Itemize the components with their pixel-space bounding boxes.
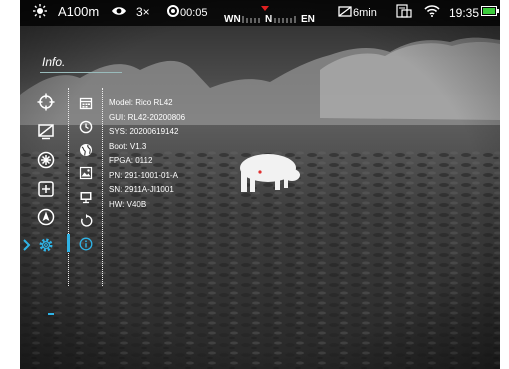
battery-saver-icon: [338, 5, 352, 17]
compass-nav-icon[interactable]: [37, 208, 55, 226]
device-screen: A100m 3× 00:05 WN N EN 6min 19:35 Info. …: [0, 0, 509, 369]
menu-title-divider: [40, 72, 122, 73]
monitor-icon[interactable]: [79, 190, 93, 204]
thermal-viewport: A100m 3× 00:05 WN N EN 6min 19:35 Info. …: [20, 0, 500, 369]
menu-title: Info.: [42, 55, 66, 69]
info-model: Model: Rico RL42: [109, 98, 173, 107]
zoom-label: 3×: [136, 5, 150, 19]
info-gui: GUI: RL42-20200806: [109, 112, 186, 122]
info-sn: SN: 2911A-JI1001: [109, 185, 174, 194]
crosshair-icon[interactable]: [37, 93, 55, 111]
settings-icon[interactable]: [37, 236, 55, 254]
info-pn: PN: 291-1001-01-A: [109, 170, 178, 180]
compass-north-label: N: [265, 14, 273, 25]
wifi-icon[interactable]: [424, 5, 440, 17]
menu-divider-right: [102, 88, 103, 286]
image-icon[interactable]: [79, 166, 93, 180]
menu-divider-left: [68, 88, 69, 286]
eye-icon: [111, 5, 127, 17]
clock-time: 19:35: [449, 6, 480, 20]
info-sys: SYS: 20200619142: [109, 127, 179, 136]
brightness-icon[interactable]: [32, 3, 48, 19]
picture-in-picture-icon[interactable]: [396, 4, 412, 18]
restore-icon[interactable]: [79, 214, 93, 228]
compass-east-label: EN: [301, 14, 315, 25]
device-info-list: Model: Rico RL42 GUI: RL42-20200806 SYS:…: [109, 96, 185, 212]
clock-icon[interactable]: [79, 120, 93, 134]
color-palette-icon[interactable]: [37, 151, 55, 169]
calendar-icon[interactable]: [79, 96, 93, 110]
record-time: 00:05: [180, 7, 208, 19]
selected-arrow: [23, 238, 31, 256]
status-bar: A100m 3× 00:05 WN N EN 6min 19:35: [20, 0, 500, 26]
vignette: [20, 0, 500, 369]
globe-icon[interactable]: [79, 143, 93, 157]
auto-off-time: 6min: [353, 7, 377, 19]
page-indicator: [48, 313, 54, 315]
display-off-icon[interactable]: [37, 122, 55, 140]
battery-icon: [481, 6, 499, 16]
mode-label: A100m: [58, 4, 100, 19]
info-icon[interactable]: [79, 237, 93, 251]
record-timer-icon: [167, 5, 179, 17]
info-boot: Boot: V1.3: [109, 141, 147, 151]
selected-indicator: [67, 234, 70, 252]
info-fpga: FPGA: 0112: [109, 156, 153, 165]
thermal-scene: [20, 0, 500, 369]
compass-west-label: WN: [224, 14, 241, 25]
info-hw: HW: V40B: [109, 199, 147, 209]
zero-icon[interactable]: [37, 180, 55, 198]
